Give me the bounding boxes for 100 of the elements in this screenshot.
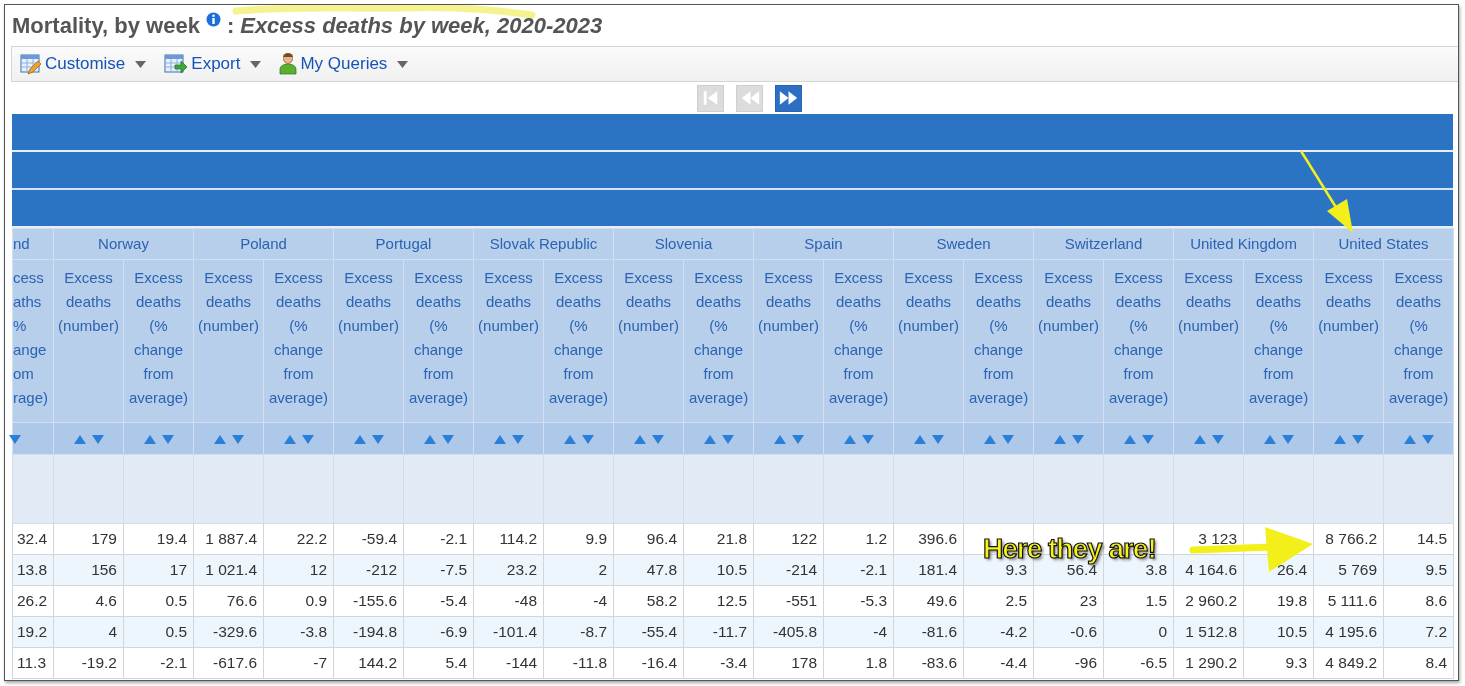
sort-ascending-icon[interactable] [353,434,366,444]
sort-ascending-icon[interactable] [1263,434,1276,444]
sort-ascending-icon[interactable] [1053,434,1066,444]
column-header: United Kingdom [1173,228,1314,260]
sort-ascending-icon[interactable] [773,434,786,444]
table-cell: 4 [53,616,124,648]
table-cell: 1.5 [1103,585,1174,617]
table-cell: 13.8 [12,554,54,586]
sort-ascending-icon[interactable] [1403,434,1416,444]
table-cell: -81.6 [893,616,964,648]
sort-ascending-icon[interactable] [633,434,646,444]
table-cell: 58.2 [613,585,684,617]
sort-ascending-icon[interactable] [493,434,506,444]
sort-ascending-icon[interactable] [213,434,226,444]
column-header: Poland [193,228,334,260]
sort-descending-icon[interactable] [91,434,104,444]
table-subtitle: Excess deaths by week, 2020-2023 [240,12,603,39]
sort-ascending-icon[interactable] [283,434,296,444]
table-cell: -405.8 [753,616,824,648]
sort-ascending-icon[interactable] [1333,434,1346,444]
table-cell: 4 849.2 [1313,647,1384,679]
caret-icon[interactable] [250,60,262,68]
sort-descending-icon[interactable] [1211,434,1224,444]
table-cell: 11.3 [12,647,54,679]
table-cell: -11.8 [543,647,614,679]
table-cell: -4 [543,585,614,617]
sort-descending-icon[interactable] [511,434,524,444]
sort-descending-icon[interactable] [931,434,944,444]
sort-ascending-icon[interactable] [983,434,996,444]
caret-icon[interactable] [135,60,147,68]
sort-descending-icon[interactable] [1071,434,1084,444]
table-cell: 14.5 [1383,523,1454,555]
sort-ascending-icon[interactable] [423,434,436,444]
table-pencil-icon [20,53,42,75]
sort-descending-icon[interactable] [1281,434,1294,444]
table-cell: 0.5 [123,585,194,617]
table-cell: -3.4 [683,647,754,679]
table-cell: 12 [263,554,334,586]
table-cell: 1 512.8 [1173,616,1244,648]
sort-descending-icon[interactable] [441,434,454,444]
toolbar-menu-button[interactable]: Customise [20,53,126,75]
column-header: Excess deaths (% change from average) [127,268,190,408]
table-cell: 4.6 [53,585,124,617]
sort-descending-icon[interactable] [1141,434,1154,444]
table-cell: -8.7 [543,616,614,648]
table-cell: 26.2 [12,585,54,617]
table-cell: 1.8 [823,647,894,679]
sort-ascending-icon[interactable] [843,434,856,444]
table-cell: 22.2 [263,523,334,555]
column-header: Excess deaths (% change from average) [267,268,330,408]
table-cell: 19.2 [12,616,54,648]
sort-descending-icon[interactable] [651,434,664,444]
sort-ascending-icon[interactable] [703,434,716,444]
table-cell: 122 [753,523,824,555]
table-cell: -214 [753,554,824,586]
table-cell: 17 [123,554,194,586]
table-cell: -48 [473,585,544,617]
sort-descending-icon[interactable] [1001,434,1014,444]
sort-descending-icon[interactable] [301,434,314,444]
caret-icon[interactable] [397,60,409,68]
sort-descending-icon[interactable] [231,434,244,444]
table-cell: 9.9 [543,523,614,555]
info-icon[interactable] [205,12,221,27]
sort-descending-icon[interactable] [791,434,804,444]
table-cell: -5.3 [823,585,894,617]
sort-descending-icon[interactable] [1351,434,1364,444]
table-cell: 96.4 [613,523,684,555]
toolbar-menu-button[interactable]: My Queries [279,53,388,75]
sort-descending-icon[interactable] [581,434,594,444]
table-cell: -55.4 [613,616,684,648]
sort-descending-icon[interactable] [161,434,174,444]
table-cell: 179 [53,523,124,555]
table-cell: -329.6 [193,616,264,648]
table-cell: 21.8 [683,523,754,555]
last-page-button[interactable] [775,84,802,112]
table-cell: 144.2 [333,647,404,679]
table-cell: 10.5 [1243,616,1314,648]
table-cell: -101.4 [473,616,544,648]
toolbar-menu-button[interactable]: Export [164,53,241,75]
column-header: Norway [53,228,194,260]
table-cell: -11.7 [683,616,754,648]
sort-descending-icon[interactable] [371,434,384,444]
table-cell: 181.4 [893,554,964,586]
sort-descending-icon[interactable] [1421,434,1434,444]
table-cell: 2.5 [963,585,1034,617]
sort-descending-icon[interactable] [861,434,874,444]
table-cell: 19.4 [123,523,194,555]
table-cell: -7 [263,647,334,679]
table-cell: -2.1 [403,523,474,555]
sort-ascending-icon[interactable] [143,434,156,444]
sort-descending-icon[interactable] [721,434,734,444]
column-header: Spain [753,228,894,260]
sort-ascending-icon[interactable] [73,434,86,444]
sort-ascending-icon[interactable] [1193,434,1206,444]
sort-ascending-icon[interactable] [1123,434,1136,444]
sort-ascending-icon[interactable] [563,434,576,444]
sort-descending-icon[interactable] [9,434,21,444]
sort-ascending-icon[interactable] [913,434,926,444]
column-header: Excess deaths (number) [1317,268,1380,336]
title-separator: : [226,12,235,39]
